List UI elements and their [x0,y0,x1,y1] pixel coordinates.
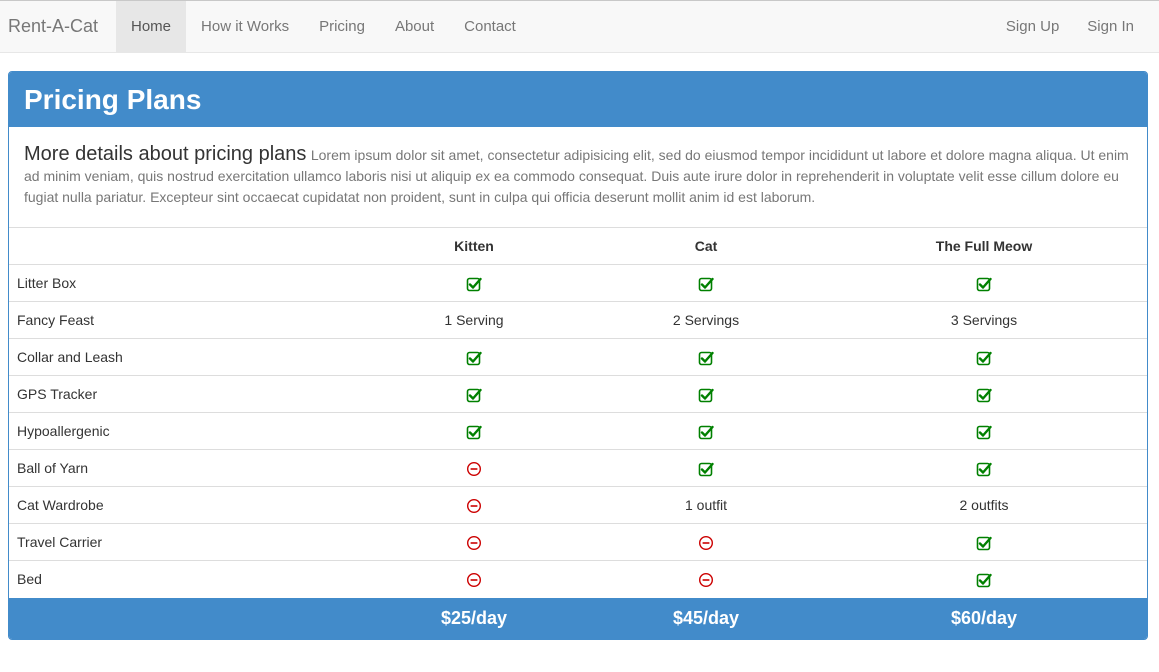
check-icon [976,535,992,551]
feature-name: Litter Box [9,264,357,302]
feature-name: Collar and Leash [9,338,357,376]
feature-column-header [9,227,357,265]
check-icon [466,387,482,403]
table-row: Cat Wardrobe 1 outfit 2 outfits [9,486,1147,524]
plan-cell [821,560,1147,598]
plan-cell: 1 outfit [591,486,821,524]
plan-cell [591,449,821,487]
check-icon [466,424,482,440]
plan-cell [357,375,591,413]
feature-name: GPS Tracker [9,375,357,413]
navbar: Rent-A-Cat Home How it Works Pricing Abo… [0,0,1159,53]
feature-name: Ball of Yarn [9,449,357,487]
check-icon [976,461,992,477]
check-icon [698,387,714,403]
plan-cell [357,523,591,561]
minus-icon [466,535,482,551]
plan-cell [357,264,591,302]
table-row: Travel Carrier [9,523,1147,561]
plan-cell [821,412,1147,450]
pricing-lead: More details about pricing plans [24,143,307,165]
feature-name: Bed [9,560,357,598]
plan-cell: 2 Servings [591,301,821,339]
panel-body: More details about pricing plans Lorem i… [9,127,1147,227]
check-icon [976,572,992,588]
table-row: Hypoallergenic [9,412,1147,450]
plan-cell [821,338,1147,376]
plan-cell [591,523,821,561]
plan-cell [591,264,821,302]
nav-item-contact[interactable]: Contact [449,1,531,52]
minus-icon [698,572,714,588]
table-row: Collar and Leash [9,338,1147,376]
price-row: $25/day $45/day $60/day [9,597,1147,639]
plan-cell: 2 outfits [821,486,1147,524]
sign-up-link[interactable]: Sign Up [992,1,1073,52]
plan-cell [357,449,591,487]
plan-cell [591,412,821,450]
plan-header-kitten: Kitten [357,227,591,265]
plan-cell [821,523,1147,561]
table-row: Bed [9,560,1147,598]
feature-name: Fancy Feast [9,301,357,339]
check-icon [976,424,992,440]
pricing-table: Kitten Cat The Full Meow Litter Box Fancy… [9,227,1147,639]
check-icon [698,424,714,440]
table-body: Litter Box Fancy Feast 1 Serving 2 Servings… [9,264,1147,598]
plan-cell [357,412,591,450]
plan-cell [591,375,821,413]
sign-in-link[interactable]: Sign In [1073,1,1148,52]
feature-name: Hypoallergenic [9,412,357,450]
plan-cell [591,560,821,598]
price-kitten: $25/day [357,597,591,639]
check-icon [698,461,714,477]
feature-name: Cat Wardrobe [9,486,357,524]
price-cat: $45/day [591,597,821,639]
table-row: Litter Box [9,264,1147,302]
table-header-row: Kitten Cat The Full Meow [9,227,1147,265]
plan-header-cat: Cat [591,227,821,265]
page-title: Pricing Plans [24,83,202,115]
plan-cell [821,264,1147,302]
minus-icon [466,461,482,477]
nav-item-pricing[interactable]: Pricing [304,1,380,52]
check-icon [466,350,482,366]
nav-left: Home How it Works Pricing About Contact [116,1,531,52]
check-icon [698,276,714,292]
feature-name: Travel Carrier [9,523,357,561]
minus-icon [698,535,714,551]
panel-heading: Pricing Plans [9,72,1147,127]
brand-link[interactable]: Rent-A-Cat [8,1,98,52]
plan-cell [357,338,591,376]
plan-cell [591,338,821,376]
table-row: GPS Tracker [9,375,1147,413]
nav-item-how-it-works[interactable]: How it Works [186,1,304,52]
check-icon [976,350,992,366]
nav-right: Sign Up Sign In [992,1,1148,52]
nav-item-home[interactable]: Home [116,1,187,52]
check-icon [466,276,482,292]
plan-header-full-meow: The Full Meow [821,227,1147,265]
plan-cell [821,375,1147,413]
plan-cell [357,486,591,524]
check-icon [976,276,992,292]
table-row: Ball of Yarn [9,449,1147,487]
plan-cell [821,449,1147,487]
table-row: Fancy Feast 1 Serving 2 Servings 3 Servings [9,301,1147,339]
check-icon [698,350,714,366]
pricing-panel: Pricing Plans More details about pricing… [8,71,1148,640]
nav-item-about[interactable]: About [380,1,449,52]
minus-icon [466,572,482,588]
plan-cell [357,560,591,598]
price-full-meow: $60/day [821,597,1147,639]
price-row-spacer [9,597,357,639]
plan-cell: 1 Serving [357,301,591,339]
minus-icon [466,498,482,514]
check-icon [976,387,992,403]
plan-cell: 3 Servings [821,301,1147,339]
